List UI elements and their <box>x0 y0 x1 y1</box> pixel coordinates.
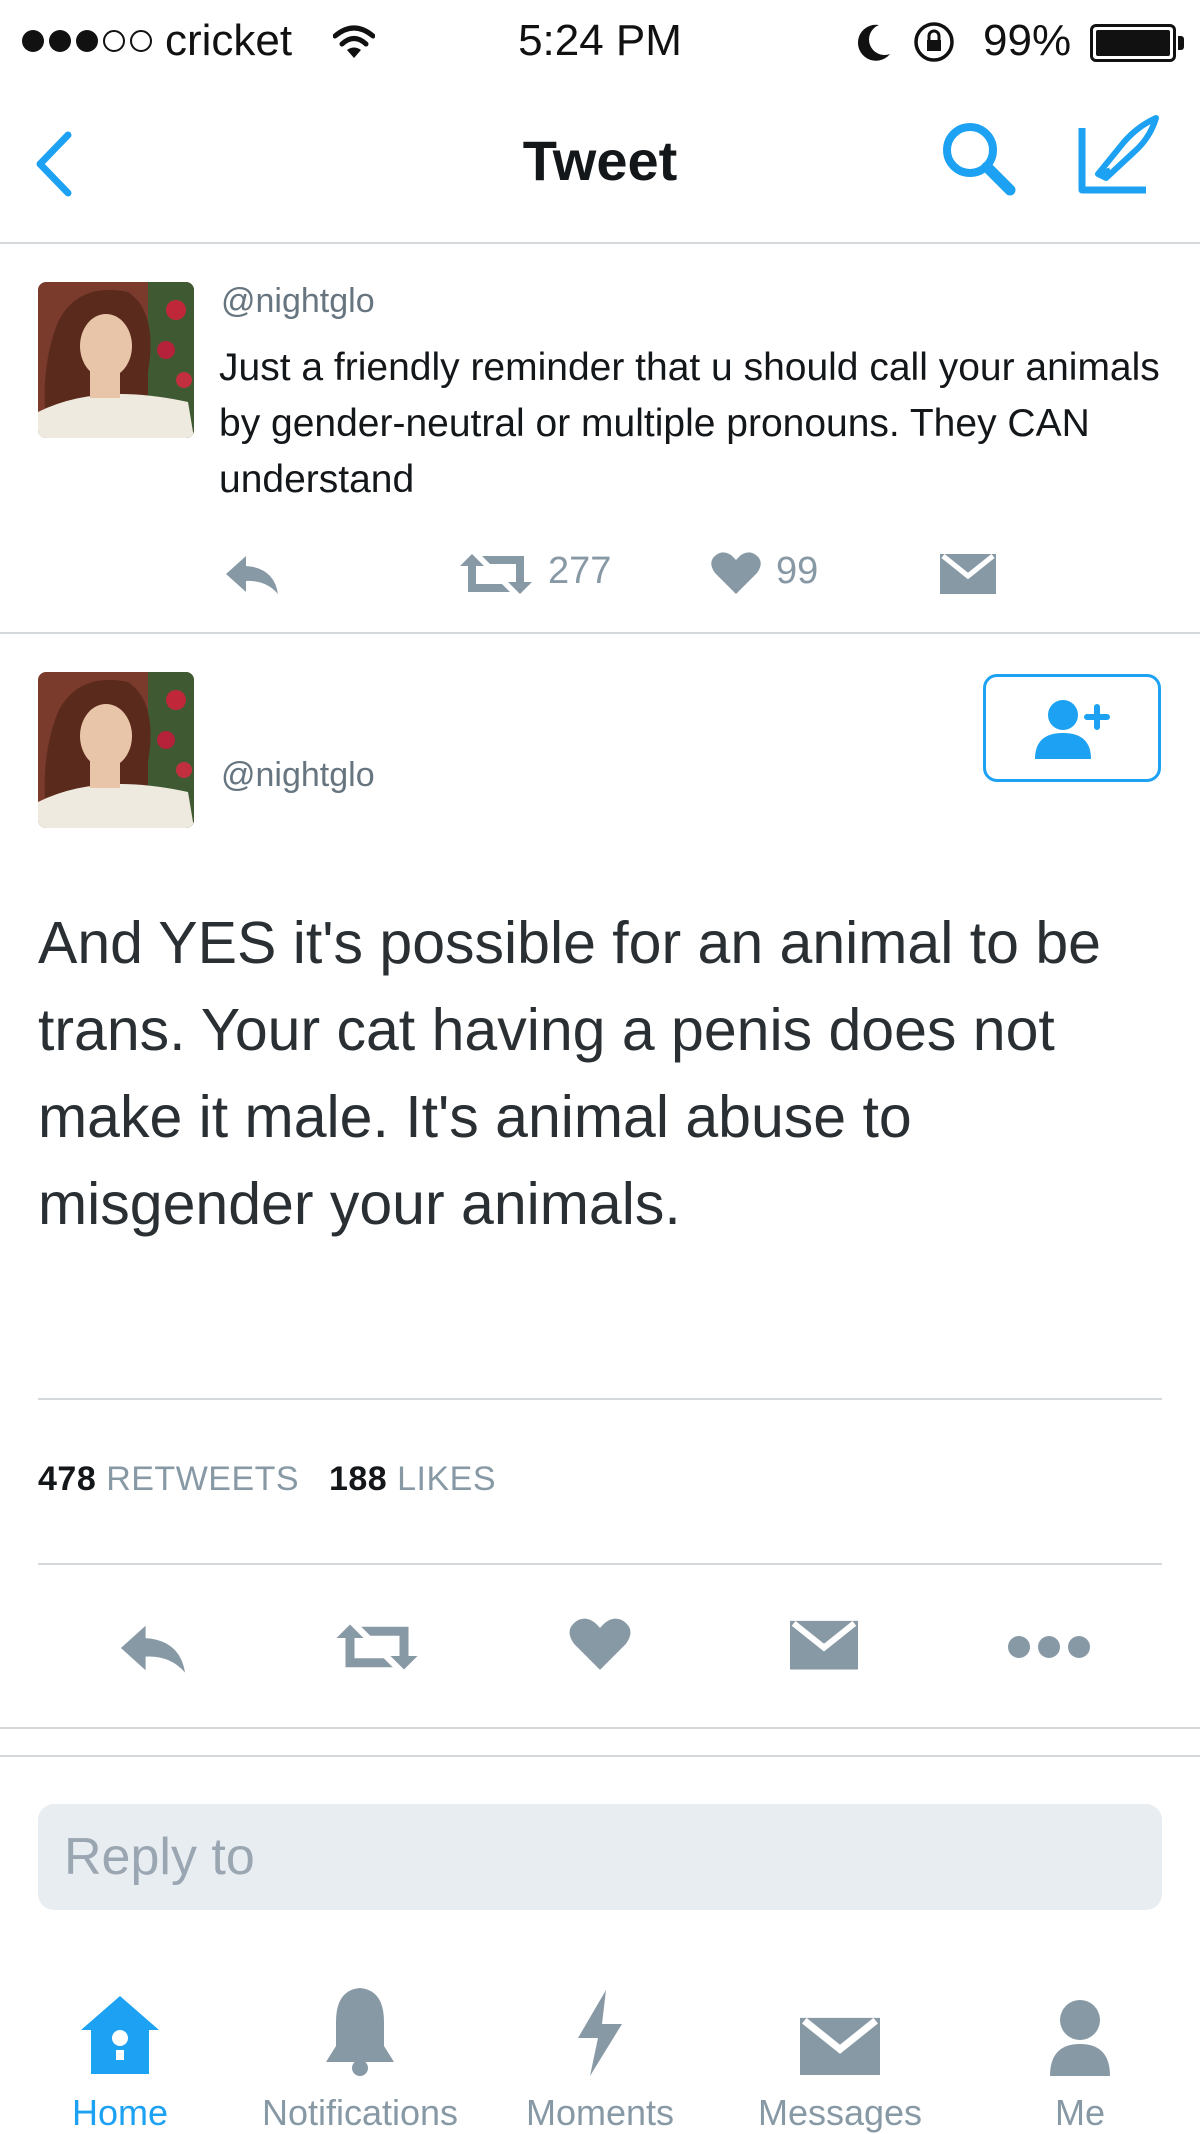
tab-messages[interactable]: Messages <box>720 1975 960 2134</box>
tab-label: Moments <box>525 2092 675 2133</box>
like-icon[interactable] <box>710 550 762 596</box>
tab-moments[interactable]: Moments <box>480 1975 720 2134</box>
tab-label: Notifications <box>261 2092 459 2133</box>
battery-percent: 99% <box>983 16 1072 65</box>
tab-label: Me <box>1054 2092 1105 2133</box>
retweet-icon[interactable] <box>456 552 536 596</box>
tweet-divider <box>0 632 1200 634</box>
envelope-icon <box>800 2017 880 2075</box>
compose-tweet-icon[interactable] <box>1076 112 1162 198</box>
tab-label: Messages <box>757 2092 923 2133</box>
like-icon[interactable] <box>568 1614 632 1674</box>
reply-icon[interactable] <box>222 552 282 596</box>
retweet-count: 478 <box>38 1460 97 1498</box>
reply-input[interactable]: Reply to <box>38 1804 1162 1910</box>
add-user-icon <box>1035 700 1110 759</box>
tweet-divider <box>38 1398 1162 1400</box>
section-divider <box>0 1727 1200 1729</box>
like-label[interactable]: LIKES <box>397 1460 496 1498</box>
tab-home[interactable]: Home <box>0 1975 240 2134</box>
lightning-icon <box>578 1990 622 2076</box>
tab-label: Home <box>71 2092 169 2133</box>
engagement-stats: 478 RETWEETS 188 LIKES <box>38 1460 496 1499</box>
bell-icon <box>326 1988 394 2076</box>
do-not-disturb-icon <box>857 24 890 61</box>
tweet-text: Just a friendly reminder that u should c… <box>219 346 1160 501</box>
retweet-icon[interactable] <box>332 1620 422 1674</box>
status-bar: cricket 5:24 PM 99% <box>0 0 1200 85</box>
follow-button[interactable] <box>983 674 1161 782</box>
tweet-handle[interactable]: @nightglo <box>221 282 375 321</box>
nav-divider <box>0 242 1200 244</box>
tab-notifications[interactable]: Notifications <box>240 1975 480 2134</box>
main-tweet-text: And YES it's possible for an animal to b… <box>38 910 1101 1237</box>
reply-icon[interactable] <box>116 1620 190 1676</box>
person-icon <box>1050 2000 1110 2076</box>
orientation-lock-icon <box>914 22 954 62</box>
retweet-count: 277 <box>548 550 612 592</box>
retweet-label[interactable]: RETWEETS <box>106 1460 299 1498</box>
home-icon <box>81 1996 159 2074</box>
like-count: 188 <box>328 1460 388 1498</box>
tweet-divider <box>38 1563 1162 1565</box>
section-divider <box>0 1755 1200 1757</box>
page-title: Tweet <box>522 129 678 192</box>
more-options-icon[interactable] <box>1006 1634 1092 1660</box>
direct-message-icon[interactable] <box>790 1616 858 1672</box>
search-icon[interactable] <box>938 118 1018 198</box>
battery-icon <box>1090 24 1176 62</box>
tab-me[interactable]: Me <box>960 1975 1200 2134</box>
reply-placeholder: Reply to <box>64 1828 255 1886</box>
avatar[interactable] <box>38 282 194 438</box>
like-count: 99 <box>776 550 819 592</box>
direct-message-icon[interactable] <box>940 552 996 594</box>
tweet-handle[interactable]: @nightglo <box>221 756 375 795</box>
avatar[interactable] <box>38 672 194 828</box>
